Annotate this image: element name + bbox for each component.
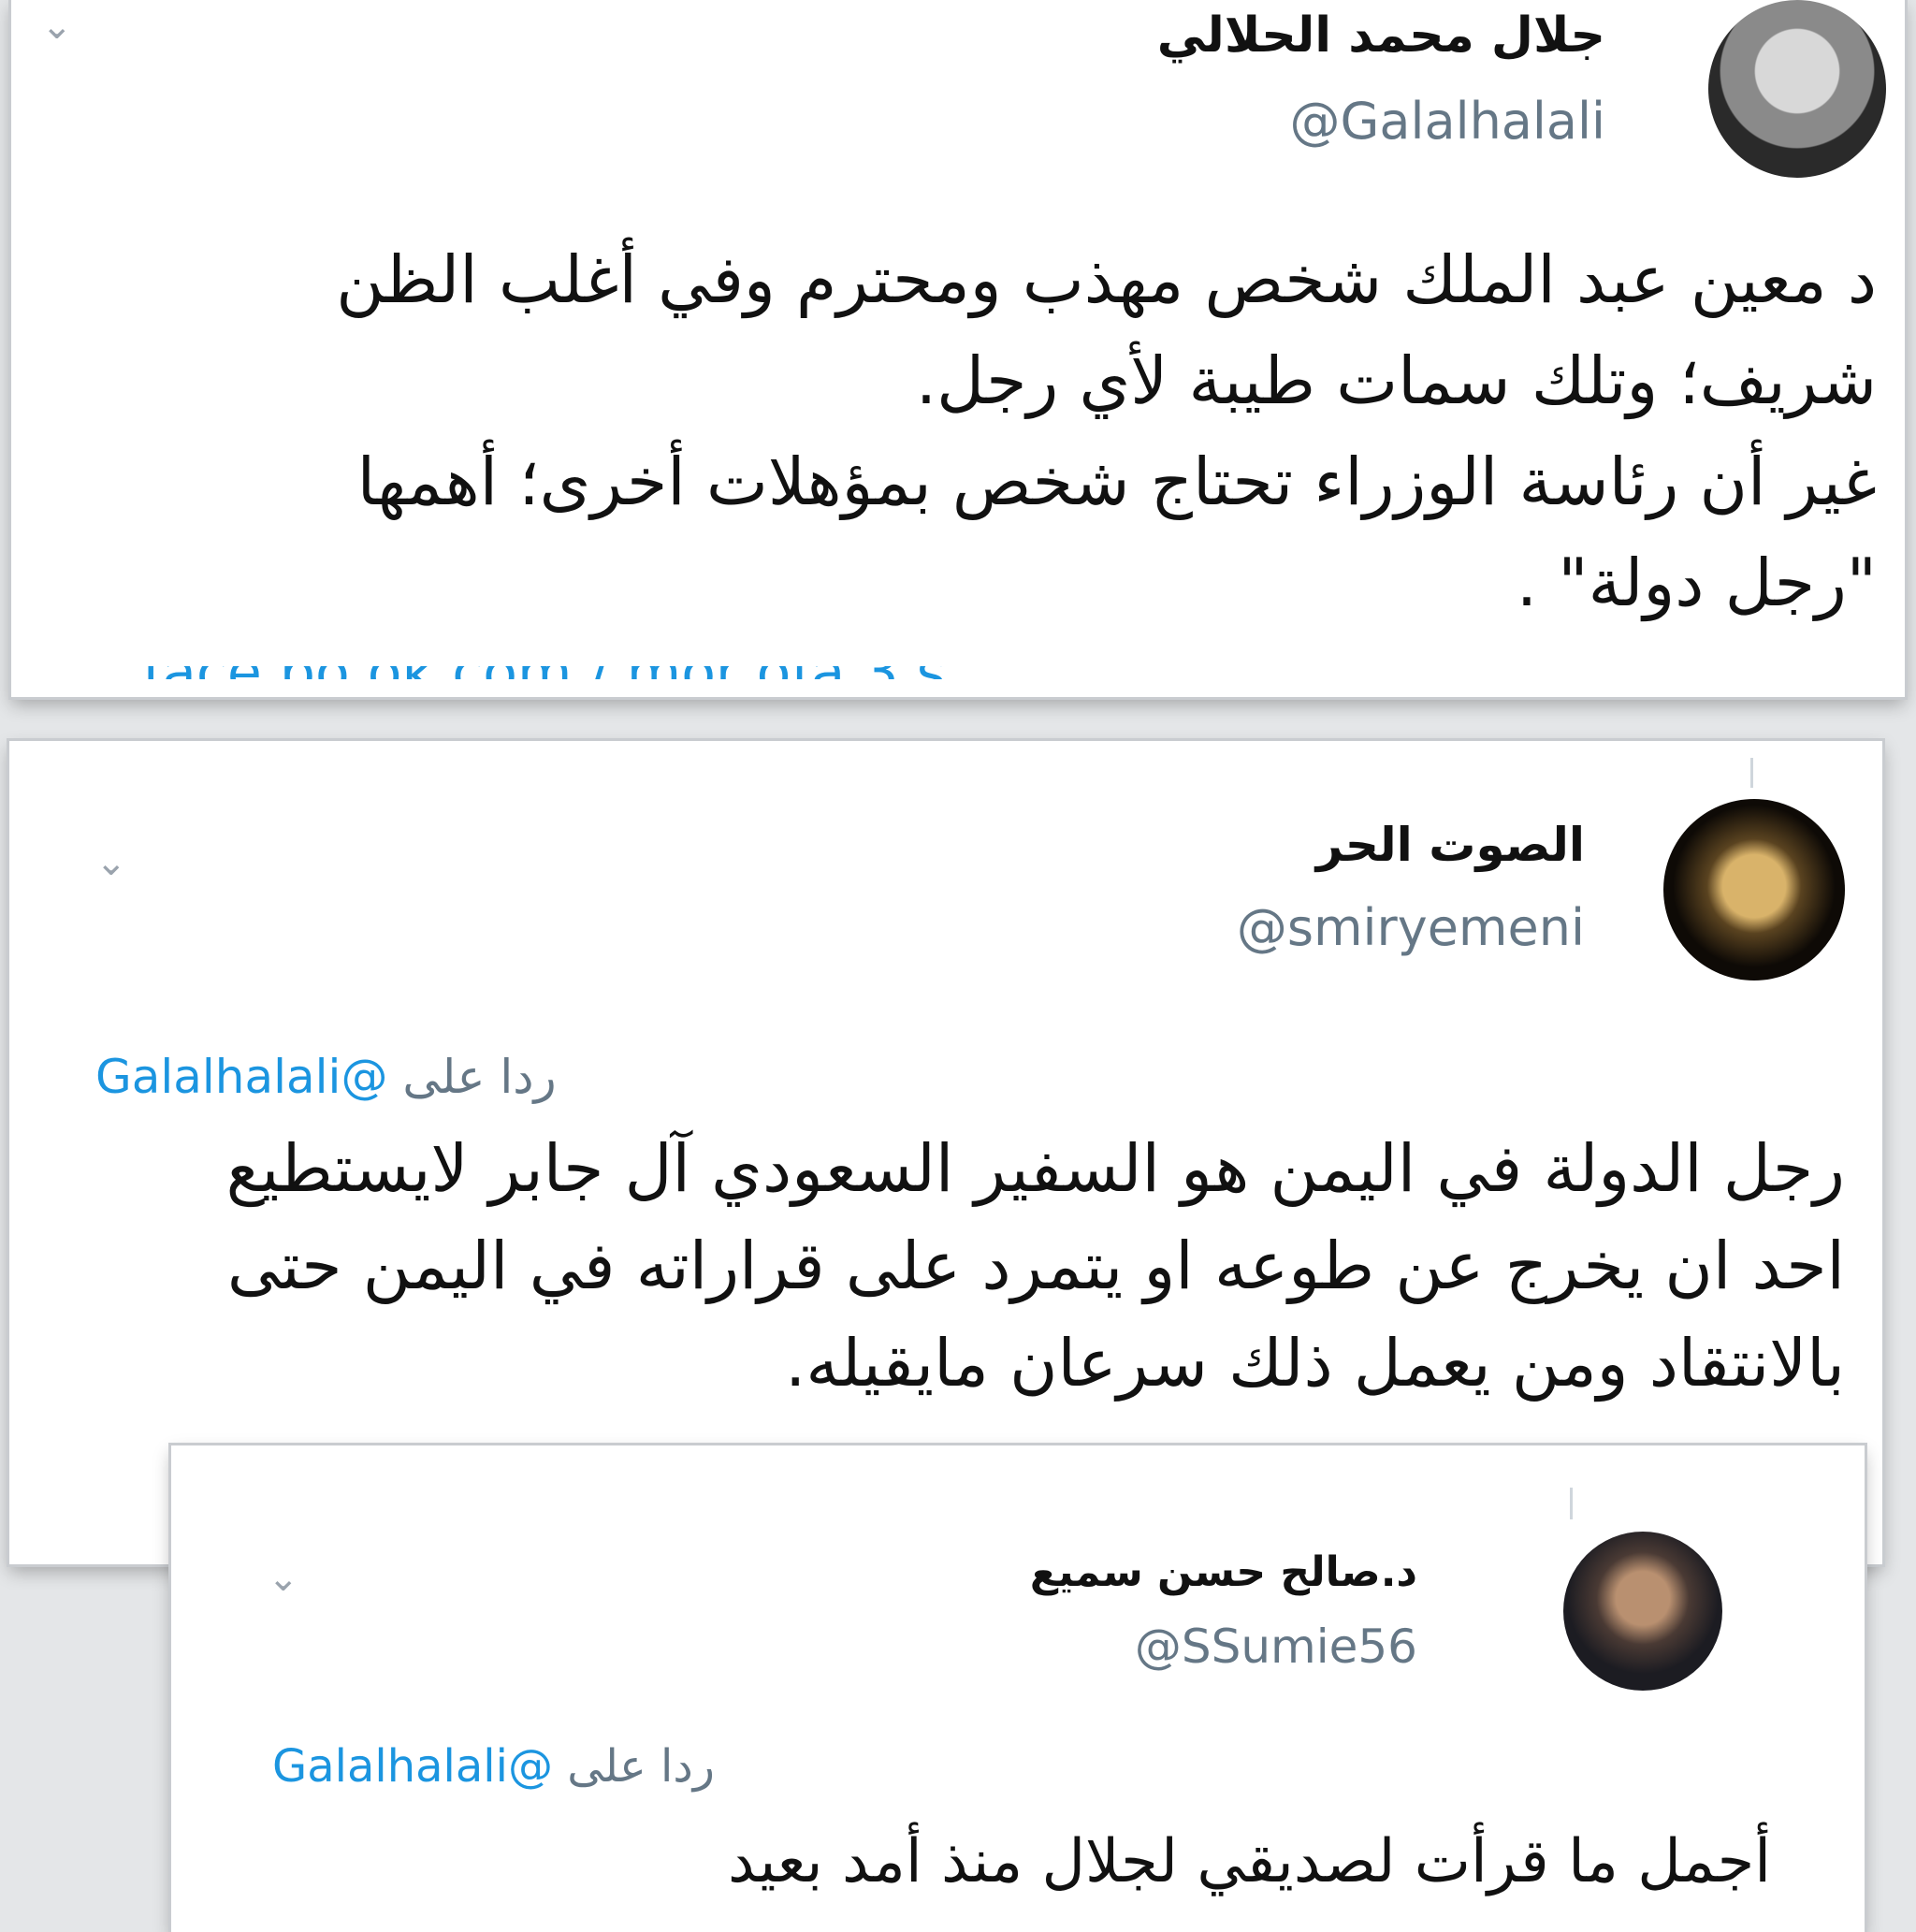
author-name[interactable]: د.صالح حسن سميع bbox=[1030, 1548, 1417, 1596]
chevron-down-icon[interactable]: ⌄ bbox=[95, 844, 127, 881]
tweet-text: أجمل ما قرأت لصديقي لجلال منذ أمد بعيد bbox=[728, 1827, 1771, 1896]
reply-prefix: ردا على bbox=[402, 1050, 557, 1104]
avatar[interactable] bbox=[1563, 1532, 1722, 1691]
tweet-link[interactable]: face bo ok com / mor ofa 3 s bbox=[142, 666, 1218, 679]
reply-to-line: ردا على @Galalhalali bbox=[272, 1740, 715, 1793]
avatar[interactable] bbox=[1708, 0, 1886, 178]
chevron-down-icon[interactable]: ⌄ bbox=[268, 1560, 299, 1597]
reply-prefix: ردا على bbox=[567, 1740, 715, 1793]
author-name[interactable]: الصوت الحر bbox=[1316, 818, 1585, 872]
thread-line bbox=[1750, 758, 1753, 788]
tweet-card-1[interactable]: ⌄ جلال محمد الحلالي @Galalhalali د معين … bbox=[11, 0, 1905, 697]
tweet-card-2[interactable]: ⌄ الصوت الحر @smiryemeni ردا على @Galalh… bbox=[9, 741, 1882, 1564]
tweet-text: د معين عبد الملك شخص مهذب ومحترم وفي أغل… bbox=[336, 241, 1877, 621]
reply-to-line: ردا على @Galalhalali bbox=[95, 1050, 557, 1104]
author-handle[interactable]: @Galalhalali bbox=[1290, 92, 1605, 151]
chevron-down-icon[interactable]: ⌄ bbox=[41, 7, 73, 45]
author-handle[interactable]: @SSumie56 bbox=[1135, 1620, 1417, 1674]
thread-line bbox=[1570, 1488, 1573, 1519]
avatar[interactable] bbox=[1663, 799, 1845, 981]
reply-mention-link[interactable]: @Galalhalali bbox=[272, 1740, 553, 1793]
author-handle[interactable]: @smiryemeni bbox=[1237, 898, 1585, 957]
tweet-card-3[interactable]: ⌄ د.صالح حسن سميع @SSumie56 ردا على @Gal… bbox=[171, 1445, 1865, 1932]
author-name[interactable]: جلال محمد الحلالي bbox=[1157, 7, 1605, 64]
reply-mention-link[interactable]: @Galalhalali bbox=[95, 1050, 387, 1104]
tweet-text: رجل الدولة في اليمن هو السفير السعودي آل… bbox=[225, 1130, 1845, 1402]
